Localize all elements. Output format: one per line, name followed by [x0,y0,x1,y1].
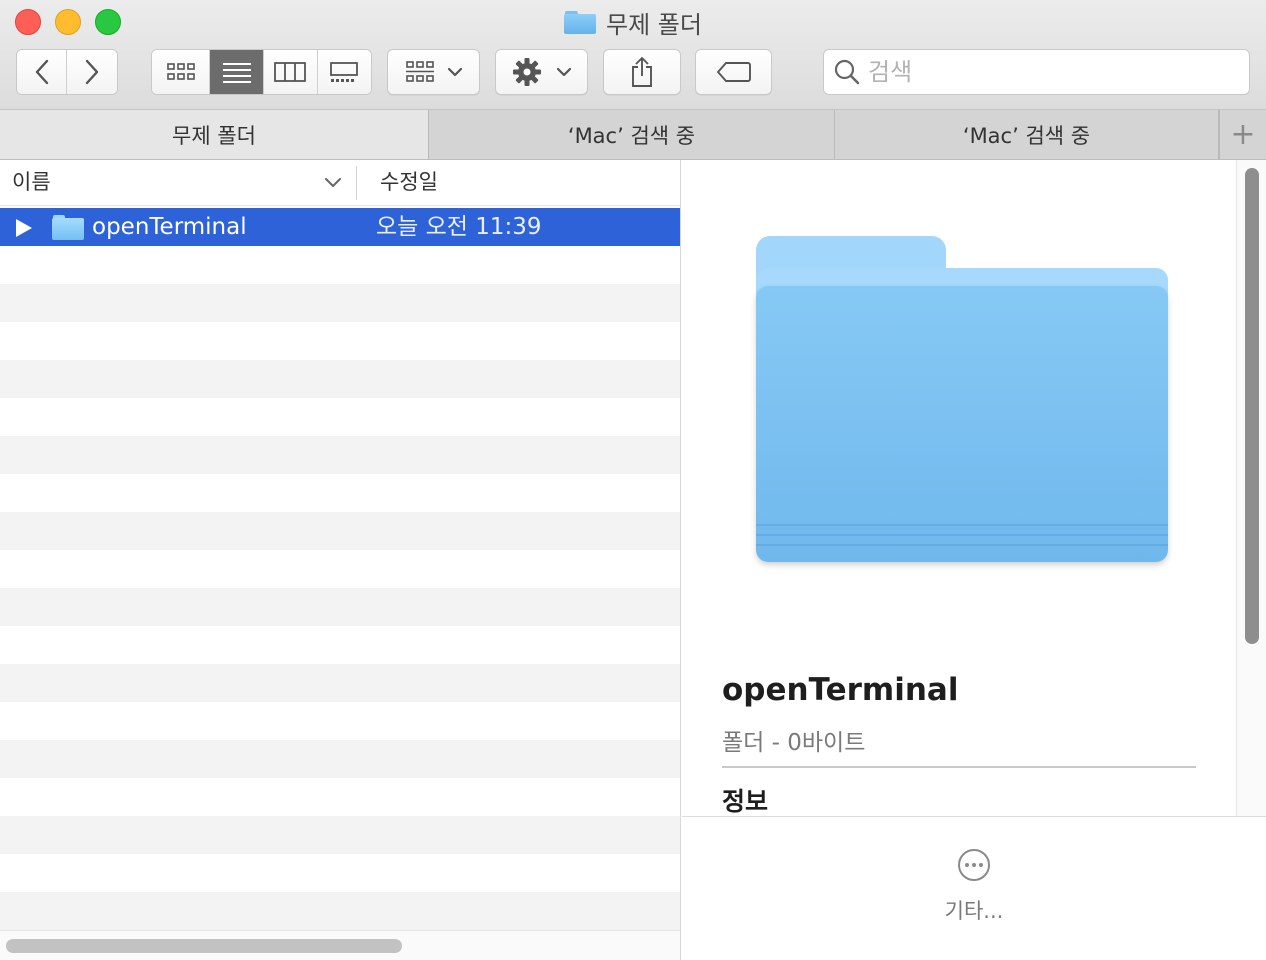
search-input[interactable] [868,58,1228,86]
horizontal-scrollbar[interactable] [0,930,680,960]
folder-preview-icon [756,236,1168,562]
list-view-button[interactable] [210,50,264,94]
file-list: openTerminal 오늘 오전 11:39 [0,208,680,930]
file-list-pane: 이름 수정일 openTerminal 오늘 오전 11:39 [0,160,681,960]
empty-row [0,778,680,816]
empty-row [0,816,680,854]
folder-icon [564,10,597,34]
search-icon [834,59,860,85]
empty-row [0,436,680,474]
tab-untitled-folder[interactable]: 무제 폴더 [0,110,429,159]
tab-search-mac-2[interactable]: ‘Mac’ 검색 중 [835,110,1219,159]
gallery-icon [330,62,359,82]
item-modified-date: 오늘 오전 11:39 [376,214,542,240]
empty-row [0,854,680,892]
empty-row [0,892,680,930]
sort-chevron-icon[interactable] [322,174,344,192]
empty-row [0,626,680,664]
preview-title: openTerminal [722,672,959,708]
window-title-text: 무제 폴더 [606,10,702,39]
icon-grid-icon [166,63,195,80]
forward-button[interactable] [67,50,117,94]
columns-icon [274,62,307,82]
preview-info-heading: 정보 [722,787,769,816]
chevron-down-icon [447,67,462,77]
empty-row [0,740,680,778]
chevron-down-icon [556,67,571,77]
column-view-button[interactable] [263,50,318,94]
preview-pane: openTerminal 폴더 - 0바이트 정보 기타... [682,160,1266,960]
horizontal-scroll-thumb[interactable] [6,939,402,953]
empty-row [0,284,680,322]
gear-icon [512,58,541,86]
preview-actions: 기타... [682,816,1266,960]
view-mode-control [151,49,372,95]
preview-divider [722,766,1196,768]
tag-icon [716,62,751,82]
window-toolbar: 무제 폴더 [0,0,1266,110]
empty-row [0,246,680,284]
tab-bar: 무제 폴더 ‘Mac’ 검색 중 ‘Mac’ 검색 중 + [0,110,1266,160]
tags-button[interactable] [695,49,772,95]
icon-view-button[interactable] [152,50,211,94]
action-menu-button[interactable] [495,49,588,95]
empty-row [0,588,680,626]
disclosure-triangle-icon[interactable] [16,219,32,237]
list-icon [222,63,251,83]
name-column-header[interactable]: 이름 [12,160,51,206]
gallery-view-button[interactable] [317,50,371,94]
vertical-scrollbar[interactable] [1236,160,1266,816]
empty-row [0,360,680,398]
window-title: 무제 폴더 [0,6,1266,39]
vertical-scroll-thumb[interactable] [1245,168,1259,644]
empty-row [0,322,680,360]
share-icon [632,57,652,87]
chevron-right-icon [85,59,99,85]
new-tab-button[interactable]: + [1219,110,1266,159]
empty-row [0,398,680,436]
tab-label: ‘Mac’ 검색 중 [567,123,696,148]
group-by-button[interactable] [387,49,480,95]
modified-column-header[interactable]: 수정일 [380,160,438,206]
tab-label: 무제 폴더 [172,123,256,148]
plus-icon: + [1230,117,1256,152]
share-button[interactable] [603,49,681,95]
group-by-icon [405,61,434,82]
navigation-buttons [16,49,118,95]
folder-icon [52,215,84,240]
chevron-left-icon [35,59,48,85]
empty-row [0,512,680,550]
empty-row [0,550,680,588]
item-name: openTerminal [92,214,247,240]
empty-row [0,664,680,702]
more-button-label[interactable]: 기타... [682,895,1266,925]
column-header: 이름 수정일 [0,160,680,206]
empty-row [0,702,680,740]
empty-row [0,474,680,512]
tab-search-mac-1[interactable]: ‘Mac’ 검색 중 [429,110,835,159]
tab-label: ‘Mac’ 검색 중 [962,123,1091,148]
search-field[interactable] [823,49,1250,95]
back-button[interactable] [17,50,68,94]
list-item[interactable]: openTerminal 오늘 오전 11:39 [0,208,680,246]
more-icon[interactable] [958,849,990,881]
column-divider[interactable] [356,166,357,200]
preview-subtitle: 폴더 - 0바이트 [722,730,866,756]
